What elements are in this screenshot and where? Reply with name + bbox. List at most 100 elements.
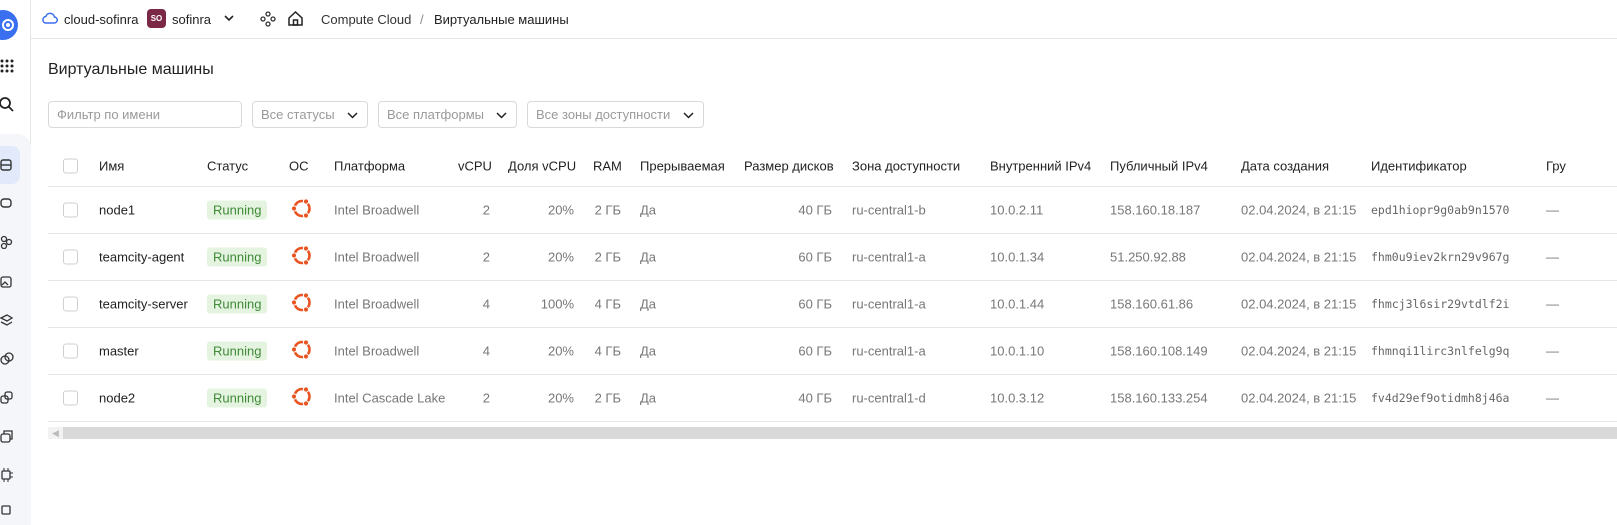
column-header-status[interactable]: Статус xyxy=(207,158,248,173)
platform-filter-value: Все платформы xyxy=(387,107,484,122)
vm-id-cell[interactable]: fhmnqi1lirc3nlfelg9q xyxy=(1371,344,1509,358)
breadcrumb-service[interactable]: Compute Cloud xyxy=(321,12,411,27)
column-header-vcpu-share[interactable]: Доля vCPU xyxy=(508,158,576,173)
group-cell: — xyxy=(1546,390,1559,406)
vm-name-link[interactable]: teamcity-agent xyxy=(99,250,184,265)
preemptible-cell: Да xyxy=(640,390,657,406)
more-nav-icon[interactable] xyxy=(0,500,20,520)
org-name[interactable]: sofinra xyxy=(172,12,211,27)
filesystems-nav-icon[interactable] xyxy=(0,427,20,447)
preemptible-cell: Да xyxy=(640,343,657,359)
vm-name-link[interactable]: master xyxy=(99,344,139,359)
column-header-platform[interactable]: Платформа xyxy=(334,158,405,173)
vm-id-cell[interactable]: epd1hiopr9g0ab9n1570 xyxy=(1371,203,1509,217)
org-avatar[interactable]: SO xyxy=(147,9,166,28)
table-row[interactable]: master Running Intel Broadwell 4 20% 4 ГБ Да 60… xyxy=(48,328,1617,375)
platform-cell: Intel Broadwell xyxy=(334,249,420,265)
status-badge: Running xyxy=(207,200,268,220)
cloud-icon xyxy=(41,11,58,28)
placement-groups-nav-icon[interactable] xyxy=(0,349,20,369)
cloud-name[interactable]: cloud-sofinra xyxy=(64,12,138,27)
vcpu-share-cell: 20% xyxy=(547,249,574,265)
zone-filter-select[interactable]: Все зоны доступности xyxy=(527,101,704,128)
public-ip-cell: 158.160.61.86 xyxy=(1110,296,1194,312)
name-filter-input[interactable] xyxy=(57,107,233,122)
platform-cell: Intel Broadwell xyxy=(334,202,420,218)
group-cell: — xyxy=(1546,202,1559,218)
instance-groups-nav-icon[interactable] xyxy=(0,310,20,330)
horizontal-scrollbar[interactable]: ◀ xyxy=(48,427,1617,439)
public-ip-cell: 158.160.18.187 xyxy=(1110,202,1201,218)
status-badge: Running xyxy=(207,388,268,408)
ram-cell: 2 ГБ xyxy=(594,390,621,406)
row-checkbox[interactable] xyxy=(63,249,78,265)
dedicated-hosts-nav-icon[interactable] xyxy=(0,388,20,408)
disk-size-cell: 60 ГБ xyxy=(798,343,832,359)
zone-filter-value: Все зоны доступности xyxy=(536,107,671,122)
status-filter-value: Все статусы xyxy=(261,107,335,122)
vm-name-link[interactable]: teamcity-server xyxy=(99,297,188,312)
vcpu-share-cell: 20% xyxy=(547,343,574,359)
created-cell: 02.04.2024, в 21:15 xyxy=(1241,249,1357,265)
row-checkbox[interactable] xyxy=(63,296,78,312)
vcpu-cell: 2 xyxy=(482,249,490,265)
services-grid-icon[interactable] xyxy=(0,56,20,76)
table-row[interactable]: node2 Running Intel Cascade Lake 2 20% 2 ГБ Да… xyxy=(48,375,1617,422)
virtual-machines-nav-icon[interactable] xyxy=(0,155,20,175)
column-header-internal-ip[interactable]: Внутренний IPv4 xyxy=(990,158,1091,173)
internal-ip-cell: 10.0.2.11 xyxy=(990,202,1044,218)
home-icon[interactable] xyxy=(287,10,304,30)
row-checkbox[interactable] xyxy=(63,343,78,359)
column-header-disk-size[interactable]: Размер дисков xyxy=(744,158,834,173)
chevron-down-icon[interactable] xyxy=(222,11,236,28)
vcpu-cell: 4 xyxy=(482,343,490,359)
chevron-down-icon xyxy=(495,109,508,125)
vcpu-share-cell: 20% xyxy=(547,202,574,218)
column-header-vcpu[interactable]: vCPU xyxy=(458,158,492,173)
internal-ip-cell: 10.0.1.34 xyxy=(990,249,1045,265)
select-all-checkbox[interactable] xyxy=(63,158,78,173)
disks-nav-icon[interactable] xyxy=(0,193,20,213)
scroll-left-arrow-icon[interactable]: ◀ xyxy=(52,428,59,439)
row-checkbox[interactable] xyxy=(63,202,78,218)
breadcrumb-separator: / xyxy=(420,12,424,27)
yandex-cloud-logo-icon[interactable] xyxy=(0,10,18,40)
name-filter-field[interactable] xyxy=(48,101,242,128)
column-header-zone[interactable]: Зона доступности xyxy=(852,158,960,173)
column-header-created[interactable]: Дата создания xyxy=(1241,158,1329,173)
top-header: cloud-sofinra SO sofinra Compute Cloud /… xyxy=(31,0,1617,39)
table-row[interactable]: teamcity-agent Running Intel Broadwell 2 20%… xyxy=(48,234,1617,281)
column-header-name[interactable]: Имя xyxy=(99,158,124,173)
vm-name-link[interactable]: node2 xyxy=(99,391,135,406)
column-header-public-ip[interactable]: Публичный IPv4 xyxy=(1110,158,1208,173)
scrollbar-thumb[interactable] xyxy=(63,427,1617,439)
vcpu-share-cell: 100% xyxy=(540,296,574,312)
created-cell: 02.04.2024, в 21:15 xyxy=(1241,202,1357,218)
column-header-ram[interactable]: RAM xyxy=(593,158,622,173)
group-cell: — xyxy=(1546,343,1559,359)
platform-filter-select[interactable]: Все платформы xyxy=(378,101,517,128)
images-nav-icon[interactable] xyxy=(0,272,20,292)
ram-cell: 2 ГБ xyxy=(594,249,621,265)
vm-id-cell[interactable]: fhmcj3l6sir29vtdlf2i xyxy=(1371,297,1509,311)
internal-ip-cell: 10.0.3.12 xyxy=(990,390,1045,406)
vcpu-cell: 2 xyxy=(482,390,490,406)
snapshots-nav-icon[interactable] xyxy=(0,232,20,252)
table-row[interactable]: teamcity-server Running Intel Broadwell 4 10… xyxy=(48,281,1617,328)
search-icon[interactable] xyxy=(0,95,20,115)
status-filter-select[interactable]: Все статусы xyxy=(252,101,368,128)
row-checkbox[interactable] xyxy=(63,390,78,406)
zone-cell: ru-central1-b xyxy=(852,202,926,218)
column-header-id[interactable]: Идентификатор xyxy=(1371,158,1467,173)
column-header-preemptible[interactable]: Прерываемая xyxy=(640,158,725,173)
service-graph-icon[interactable] xyxy=(260,11,276,30)
gpu-clusters-nav-icon[interactable] xyxy=(0,465,20,485)
table-row[interactable]: node1 Running Intel Broadwell 2 20% 2 ГБ Да 40 … xyxy=(48,187,1617,234)
vm-id-cell[interactable]: fhm0u9iev2krn29v967g xyxy=(1371,250,1509,264)
vm-id-cell[interactable]: fv4d29ef9otidmh8j46a xyxy=(1371,391,1509,405)
vm-name-link[interactable]: node1 xyxy=(99,203,135,218)
column-header-group[interactable]: Гру xyxy=(1546,158,1566,173)
internal-ip-cell: 10.0.1.10 xyxy=(990,343,1045,359)
column-header-os[interactable]: ОС xyxy=(289,158,309,173)
status-badge: Running xyxy=(207,341,268,361)
